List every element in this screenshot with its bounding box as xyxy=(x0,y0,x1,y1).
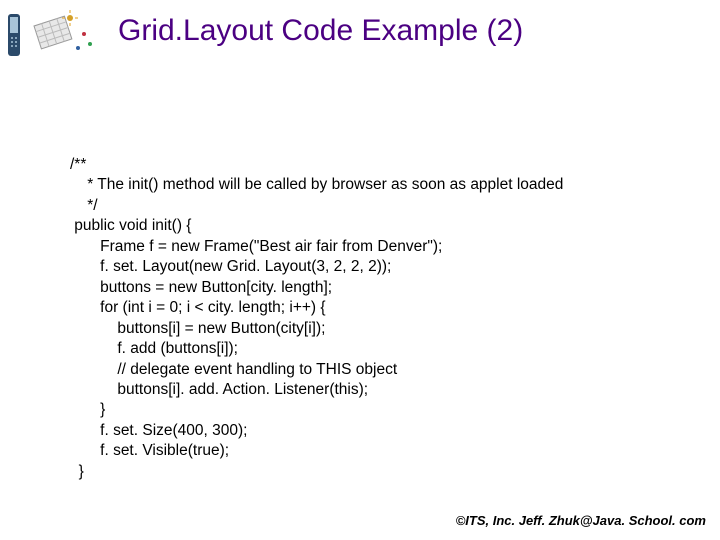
code-line: } xyxy=(70,463,84,480)
code-line: for (int i = 0; i < city. length; i++) { xyxy=(70,299,326,316)
code-line: buttons[i] = new Button(city[i]); xyxy=(70,320,325,337)
slide-title: Grid.Layout Code Example (2) xyxy=(118,14,523,48)
code-line: * The init() method will be called by br… xyxy=(70,176,563,193)
code-line: f. add (buttons[i]); xyxy=(70,340,238,357)
code-line: f. set. Visible(true); xyxy=(70,442,229,459)
footer-credit: ©ITS, Inc. Jeff. Zhuk@Java. School. com xyxy=(456,513,706,528)
code-line: Frame f = new Frame("Best air fair from … xyxy=(70,238,442,255)
code-line: } xyxy=(70,401,105,418)
code-line: buttons[i]. add. Action. Listener(this); xyxy=(70,381,368,398)
code-line: // delegate event handling to THIS objec… xyxy=(70,361,397,378)
code-line: f. set. Layout(new Grid. Layout(3, 2, 2,… xyxy=(70,258,391,275)
code-block: /** * The init() method will be called b… xyxy=(70,155,563,482)
code-line: buttons = new Button[city. length]; xyxy=(70,279,332,296)
code-line: /** xyxy=(70,156,86,173)
code-line: public void init() { xyxy=(70,217,191,234)
code-line: f. set. Size(400, 300); xyxy=(70,422,247,439)
code-line: */ xyxy=(70,197,98,214)
corner-decoration-icon xyxy=(6,8,96,68)
